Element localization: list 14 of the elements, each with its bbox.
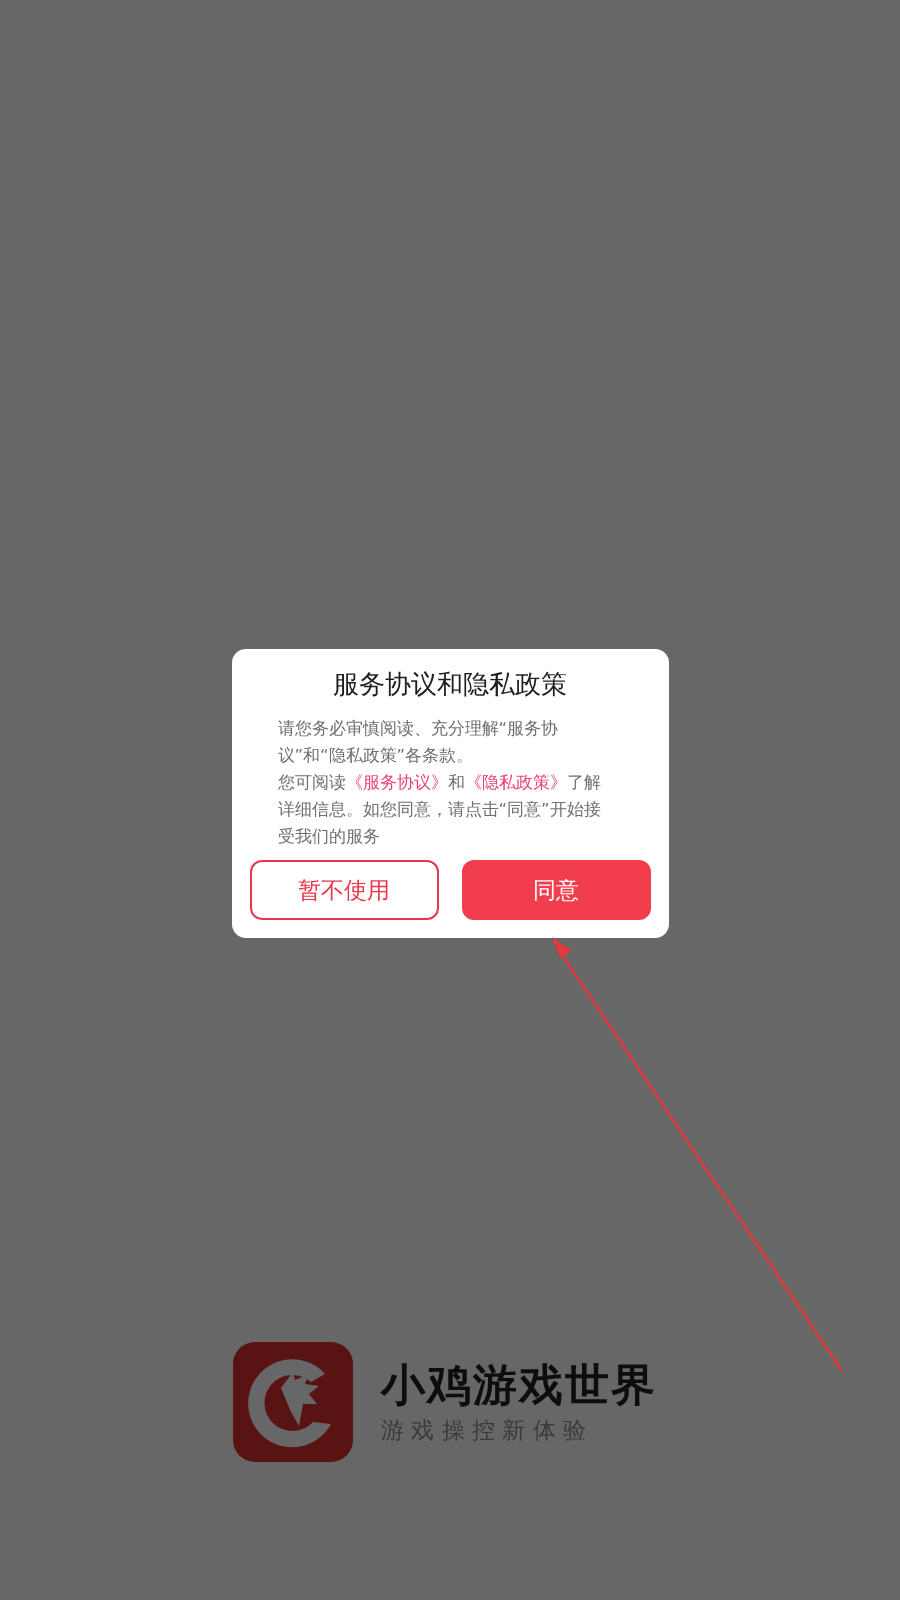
body-text: 和	[447, 772, 465, 794]
body-text: 请您务必审慎阅读、充分理解“服务协	[277, 718, 559, 740]
chicken-logo-icon	[233, 1342, 353, 1462]
body-text: 议”和“隐私政策”各条款。	[277, 745, 474, 767]
brand-name: 小鸡游戏世界	[381, 1359, 657, 1411]
body-text: 了解	[566, 772, 601, 794]
dialog-title: 服务协议和隐私政策	[332, 668, 568, 701]
body-text: 受我们的服务	[277, 826, 380, 848]
body-text: 详细信息。如您同意，请点击“同意”开始接	[277, 799, 601, 821]
decline-button[interactable]: 暂不使用	[249, 860, 439, 920]
body-text: 您可阅读	[277, 772, 346, 794]
policy-link[interactable]: 《服务协议》	[345, 769, 448, 796]
policy-link[interactable]: 《隐私政策》	[464, 769, 567, 796]
agree-button[interactable]: 同意	[461, 860, 651, 920]
